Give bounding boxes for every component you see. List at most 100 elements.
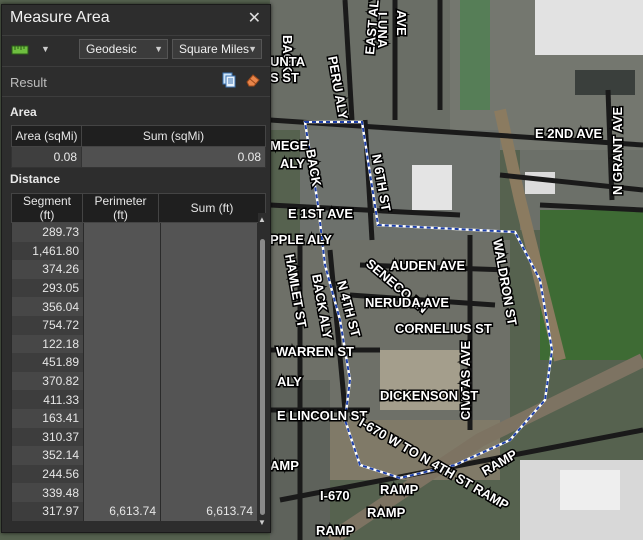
map-label: E 1ST AVE <box>288 206 353 221</box>
segment-cell: 339.48 <box>11 483 84 502</box>
perimeter-cell <box>83 483 161 502</box>
perimeter-cell <box>83 408 161 428</box>
table-row[interactable]: 356.04 <box>11 297 257 316</box>
map-label: AVE <box>394 10 409 36</box>
perimeter-cell <box>83 446 161 465</box>
table-row[interactable]: 122.18 <box>11 334 257 354</box>
result-label: Result <box>10 75 47 90</box>
map-label: CORNELIUS ST <box>395 321 492 336</box>
segment-cell: 370.82 <box>11 371 84 391</box>
map-label: E 2ND AVE <box>535 126 603 141</box>
table-row[interactable]: 289.73 <box>11 223 257 242</box>
divider <box>2 96 270 97</box>
perimeter-cell <box>83 260 161 279</box>
perimeter-cell: 6,613.74 <box>83 501 161 521</box>
sum-cell <box>160 390 257 409</box>
eraser-icon[interactable] <box>245 72 261 88</box>
segment-cell: 451.89 <box>11 353 84 372</box>
perimeter-header[interactable]: Perimeter (ft) <box>82 193 159 223</box>
segment-cell: 374.26 <box>11 260 84 279</box>
table-row[interactable]: 1,461.80 <box>11 241 257 261</box>
sum-cell: 6,613.74 <box>160 501 257 521</box>
area-table: Area (sqMi) Sum (sqMi) 0.08 0.08 <box>11 125 266 168</box>
sum-cell <box>160 223 257 242</box>
segment-cell: 754.72 <box>11 315 84 335</box>
chevron-down-icon[interactable]: ▼ <box>258 518 266 527</box>
measure-toolbar: ▼ Geodesic ▼ Square Miles ▼ <box>2 39 270 63</box>
units-select[interactable]: Square Miles ▼ <box>172 39 262 59</box>
table-row[interactable]: 754.72 <box>11 315 257 335</box>
map-label: I-670 <box>320 488 350 503</box>
table-row[interactable]: 352.14 <box>11 446 257 465</box>
sum-cell <box>160 408 257 428</box>
map-label: ALY <box>280 156 305 171</box>
distance-table-wrap: Segment (ft) Perimeter (ft) Sum (ft) 289… <box>11 193 266 530</box>
table-row[interactable]: 374.26 <box>11 260 257 279</box>
perimeter-cell <box>83 464 161 484</box>
sum-cell <box>160 241 257 261</box>
map-label: AMP <box>270 458 299 473</box>
map-label: RAMP <box>367 505 406 520</box>
area-value: 0.08 <box>11 146 82 168</box>
sum-cell <box>160 446 257 465</box>
area-header[interactable]: Area (sqMi) <box>11 125 82 147</box>
chevron-down-icon[interactable]: ▼ <box>41 44 50 54</box>
table-row[interactable]: 310.37 <box>11 427 257 447</box>
perimeter-cell <box>83 241 161 261</box>
segment-cell: 317.97 <box>11 501 84 521</box>
method-select[interactable]: Geodesic ▼ <box>79 39 168 59</box>
sum-cell <box>160 260 257 279</box>
divider <box>2 66 270 67</box>
sum-cell <box>160 334 257 354</box>
ruler-icon[interactable] <box>11 42 29 58</box>
segment-cell: 289.73 <box>11 223 84 242</box>
table-row[interactable]: 163.41 <box>11 408 257 428</box>
table-row[interactable]: 244.56 <box>11 464 257 484</box>
map-label: S ST <box>270 70 299 85</box>
divider <box>2 35 270 36</box>
measure-area-panel: Measure Area ✕ ▼ Geodesic ▼ Square Miles… <box>1 4 271 533</box>
table-row[interactable]: 339.48 <box>11 483 257 502</box>
segment-cell: 244.56 <box>11 464 84 484</box>
area-sum-value: 0.08 <box>81 146 266 168</box>
segment-cell: 310.37 <box>11 427 84 447</box>
perimeter-cell <box>83 371 161 391</box>
perimeter-cell <box>83 353 161 372</box>
segment-cell: 356.04 <box>11 297 84 316</box>
map-label: DICKENSON ST <box>380 388 478 403</box>
title-bar[interactable]: Measure Area ✕ <box>2 5 270 35</box>
table-row[interactable]: 317.97 6,613.74 6,613.74 <box>11 501 257 521</box>
sum-header[interactable]: Sum (sqMi) <box>81 125 266 147</box>
close-icon[interactable]: ✕ <box>248 8 261 28</box>
sum-cell <box>160 353 257 372</box>
sum-header[interactable]: Sum (ft) <box>158 193 266 223</box>
segment-cell: 122.18 <box>11 334 84 354</box>
sum-cell <box>160 371 257 391</box>
units-value: Square Miles <box>179 42 250 56</box>
scrollbar-thumb[interactable] <box>260 239 265 515</box>
table-row[interactable]: 411.33 <box>11 390 257 409</box>
perimeter-cell <box>83 223 161 242</box>
distance-section-label: Distance <box>10 172 61 186</box>
map-label: N GRANT AVE <box>610 107 625 195</box>
vertical-scrollbar[interactable]: ▲ ▼ <box>258 213 266 530</box>
sum-cell <box>160 278 257 298</box>
sum-cell <box>160 427 257 447</box>
table-row[interactable]: 451.89 <box>11 353 257 372</box>
perimeter-cell <box>83 427 161 447</box>
copy-icon[interactable] <box>221 72 237 88</box>
sum-cell <box>160 483 257 502</box>
chevron-up-icon[interactable]: ▲ <box>258 215 266 224</box>
segment-cell: 1,461.80 <box>11 241 84 261</box>
table-row[interactable]: 370.82 <box>11 371 257 391</box>
area-section-label: Area <box>10 105 37 119</box>
map-label: NERUDA AVE <box>365 295 449 310</box>
distance-table: 289.73 1,461.80 374.26 293.05 356.04 754.72 12… <box>11 223 257 521</box>
map-label: MEGE <box>270 138 309 153</box>
map-label: CIVITAS AVE <box>458 340 473 420</box>
distance-header: Segment (ft) Perimeter (ft) Sum (ft) <box>11 193 266 223</box>
perimeter-cell <box>83 278 161 298</box>
table-row[interactable]: 293.05 <box>11 278 257 298</box>
perimeter-cell <box>83 297 161 316</box>
segment-header[interactable]: Segment (ft) <box>11 193 83 223</box>
